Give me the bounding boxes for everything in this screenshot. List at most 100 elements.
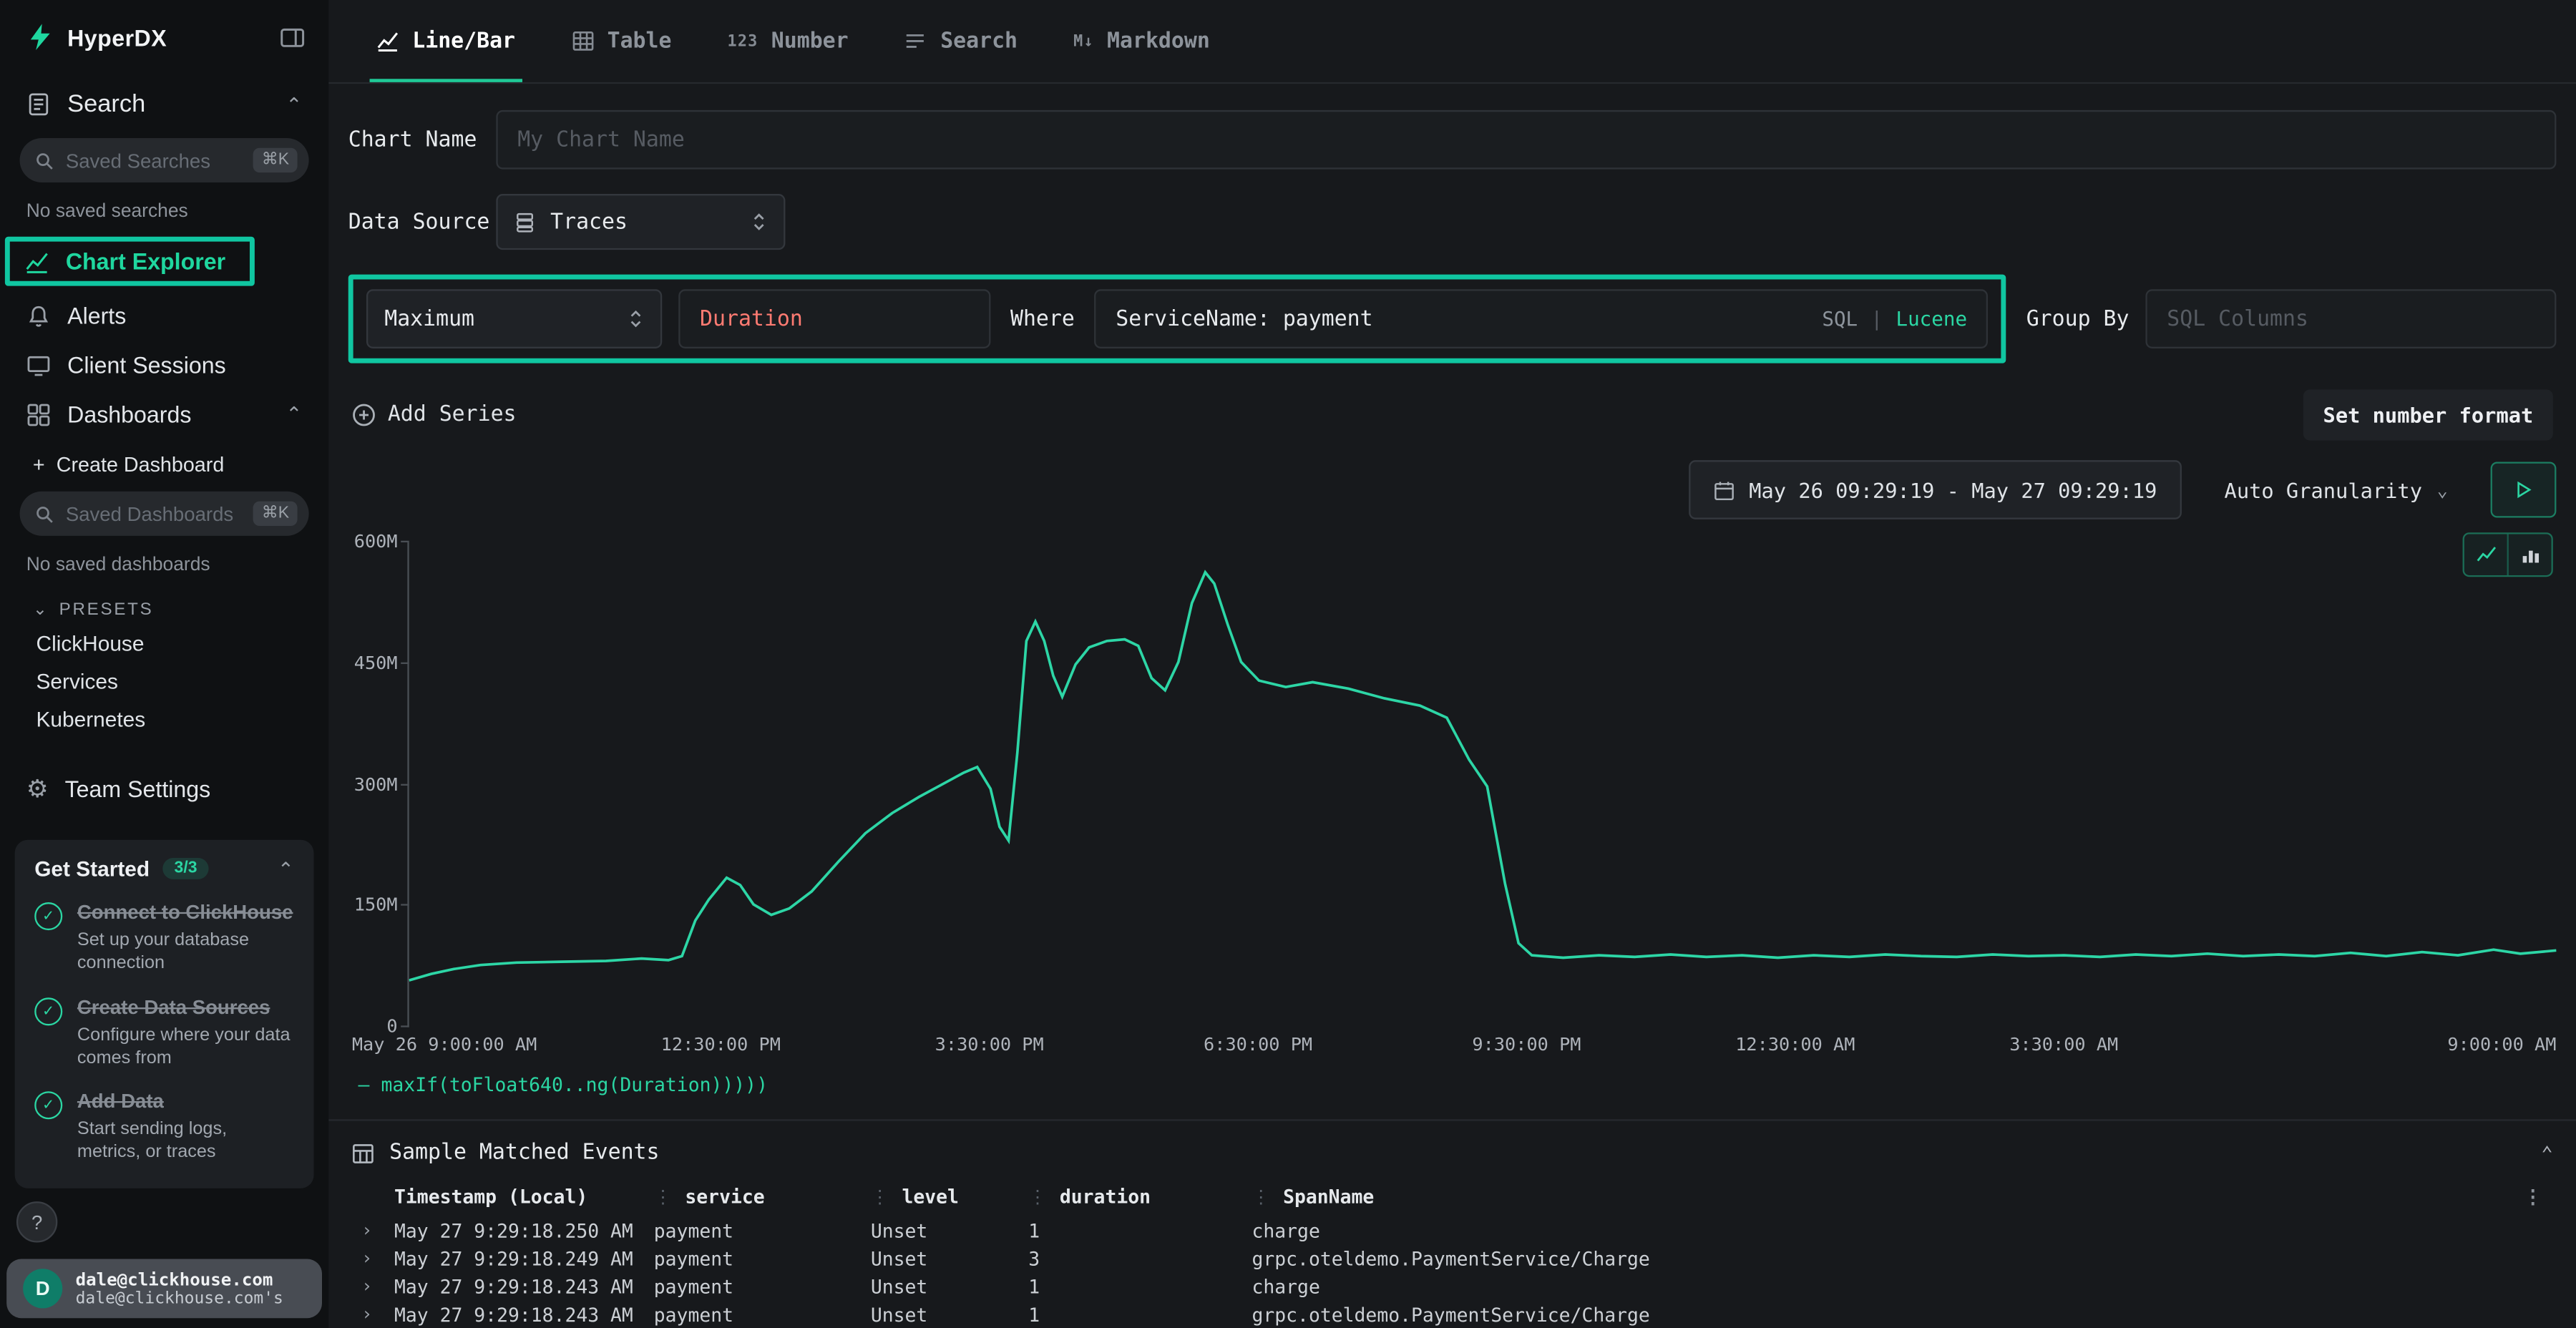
data-source-select[interactable]: Traces — [496, 194, 785, 250]
create-dashboard-button[interactable]: + Create Dashboard — [0, 439, 328, 484]
search-section-label: Search — [67, 90, 145, 118]
column-header-level[interactable]: ⋮level — [871, 1185, 1028, 1208]
help-button[interactable]: ? — [16, 1201, 57, 1242]
bar-chart-toggle[interactable] — [2507, 534, 2552, 575]
create-dashboard-label: Create Dashboard — [57, 454, 225, 477]
kbd-shortcut-badge: ⌘K — [253, 148, 297, 172]
logo-row: HyperDX — [0, 0, 328, 71]
lucene-language-button[interactable]: Lucene — [1896, 308, 1968, 331]
sidebar-item-alerts[interactable]: Alerts — [0, 291, 328, 341]
chevron-up-icon[interactable]: ⌃ — [286, 403, 302, 426]
y-axis-label: 600M — [354, 531, 398, 552]
chevron-down-icon: ⌄ — [2437, 479, 2448, 501]
sidebar-item-dashboards[interactable]: Dashboards ⌃ — [0, 389, 328, 439]
granularity-select[interactable]: Auto Granularity ⌄ — [2211, 462, 2461, 517]
get-started-title: Get Started — [34, 856, 150, 881]
tab-number[interactable]: 123 Number — [721, 0, 854, 82]
search-section-header[interactable]: Search ⌃ — [0, 71, 328, 132]
bar-chart-icon — [2519, 544, 2541, 565]
field-input[interactable] — [678, 289, 990, 348]
run-query-button[interactable] — [2491, 462, 2557, 517]
chart-display-toggle — [2463, 532, 2553, 577]
presets-section-header[interactable]: ⌄ PRESETS — [0, 585, 328, 625]
preset-item-clickhouse[interactable]: ClickHouse — [0, 625, 328, 663]
date-range-picker[interactable]: May 26 09:29:19 - May 27 09:29:19 — [1688, 460, 2182, 519]
get-started-header[interactable]: Get Started 3/3 ⌃ — [34, 856, 294, 881]
chart-area: 0150M300M450M600M — [348, 542, 2557, 1027]
tab-markdown[interactable]: M↓ Markdown — [1067, 0, 1216, 82]
bell-icon — [26, 303, 51, 328]
monitor-icon — [26, 353, 51, 377]
chevron-up-icon[interactable]: ⌃ — [278, 857, 294, 880]
number-123-icon: 123 — [728, 32, 758, 50]
group-by-input[interactable] — [2145, 289, 2556, 348]
aggregation-value: Maximum — [384, 306, 474, 331]
tab-table[interactable]: Table — [565, 0, 678, 82]
column-header-spanname[interactable]: ⋮SpanName — [1252, 1185, 2523, 1208]
table-icon — [351, 1141, 374, 1164]
get-started-item-sources[interactable]: ✓ Create Data Sources Configure where yo… — [34, 995, 294, 1070]
sql-language-button[interactable]: SQL — [1822, 308, 1858, 331]
magnifier-icon — [34, 504, 54, 524]
expand-row-icon[interactable]: › — [351, 1304, 394, 1325]
tab-line-bar[interactable]: Line/Bar — [370, 0, 522, 82]
legend-dash-icon: — — [358, 1073, 370, 1096]
y-axis: 0150M300M450M600M — [348, 542, 408, 1027]
saved-searches-input[interactable]: Saved Searches ⌘K — [20, 138, 309, 182]
table-row[interactable]: ›May 27 9:29:18.249 AMpaymentUnset3grpc.… — [351, 1244, 2553, 1272]
tab-search[interactable]: Search — [897, 0, 1024, 82]
table-cell: Unset — [871, 1246, 1028, 1269]
table-row[interactable]: ›May 27 9:29:18.243 AMpaymentUnset1grpc.… — [351, 1300, 2553, 1328]
plus-icon: + — [33, 454, 45, 477]
preset-item-services[interactable]: Services — [0, 663, 328, 700]
add-series-button[interactable]: Add Series — [351, 403, 516, 427]
table-cell: payment — [654, 1274, 871, 1297]
chevron-up-icon[interactable]: ⌃ — [286, 93, 302, 116]
get-started-item-connect[interactable]: ✓ Connect to ClickHouse Set up your data… — [34, 901, 294, 976]
tab-label: Line/Bar — [412, 29, 515, 53]
line-chart-toggle[interactable] — [2464, 534, 2507, 575]
column-separator-icon: ⋮ — [1252, 1186, 1269, 1207]
saved-dashboards-input[interactable]: Saved Dashboards ⌘K — [20, 492, 309, 536]
x-axis-label: 3:30:00 PM — [935, 1034, 1044, 1055]
x-axis: May 26 9:00:00 AM12:30:00 PM3:30:00 PM6:… — [407, 1034, 2556, 1063]
expand-row-icon[interactable]: › — [351, 1275, 394, 1297]
y-axis-tick — [401, 662, 409, 663]
events-table-body: ›May 27 9:29:18.250 AMpaymentUnset1charg… — [351, 1216, 2553, 1328]
no-saved-searches-text: No saved searches — [0, 189, 328, 232]
column-separator-icon: ⋮ — [871, 1186, 889, 1207]
expand-row-icon[interactable]: › — [351, 1219, 394, 1241]
group-by-label: Group By — [2026, 306, 2129, 331]
table-cell: 1 — [1028, 1274, 1252, 1297]
get-started-item-title: Add Data — [77, 1090, 294, 1114]
where-input[interactable]: ServiceName: payment SQL | Lucene — [1094, 289, 1989, 348]
table-cell: grpc.oteldemo.PaymentService/Charge — [1252, 1246, 2523, 1269]
sidebar-item-chart-explorer[interactable]: Chart Explorer — [10, 242, 250, 281]
table-row[interactable]: ›May 27 9:29:18.250 AMpaymentUnset1charg… — [351, 1216, 2553, 1244]
chart-name-input[interactable] — [496, 110, 2556, 170]
annotation-box-series: Maximum Where ServiceName: payment SQL |… — [348, 275, 2006, 363]
user-account-bar[interactable]: D dale@clickhouse.com dale@clickhouse.co… — [6, 1259, 322, 1319]
sidebar: HyperDX Search ⌃ Saved Searches ⌘K No sa… — [0, 0, 328, 1328]
set-number-format-button[interactable]: Set number format — [2303, 389, 2553, 440]
column-header-timestamp[interactable]: Timestamp (Local) — [394, 1185, 654, 1208]
column-header-service[interactable]: ⋮service — [654, 1185, 871, 1208]
sidebar-item-team-settings[interactable]: ⚙ Team Settings — [0, 764, 328, 814]
y-axis-label: 450M — [354, 652, 398, 673]
line-chart-icon — [2475, 544, 2497, 565]
collapse-sidebar-icon[interactable] — [279, 24, 306, 50]
sidebar-item-client-sessions[interactable]: Client Sessions — [0, 340, 328, 389]
table-row[interactable]: ›May 27 9:29:18.243 AMpaymentUnset1charg… — [351, 1272, 2553, 1300]
expand-row-icon[interactable]: › — [351, 1247, 394, 1269]
chart-legend[interactable]: — maxIf(toFloat640..ng(Duration))))) — [358, 1073, 2557, 1096]
chart-plot[interactable] — [407, 542, 2556, 1027]
chevron-up-down-icon — [751, 212, 767, 232]
search-list-icon — [904, 29, 927, 52]
y-axis-tick — [401, 541, 409, 542]
collapse-panel-icon[interactable]: ⌃ — [2541, 1141, 2553, 1164]
preset-item-kubernetes[interactable]: Kubernetes — [0, 700, 328, 738]
column-header-duration[interactable]: ⋮duration — [1028, 1185, 1252, 1208]
table-overflow-menu-icon[interactable]: ⋮ — [2524, 1185, 2553, 1208]
get-started-item-add-data[interactable]: ✓ Add Data Start sending logs, metrics, … — [34, 1090, 294, 1165]
aggregation-select[interactable]: Maximum — [366, 289, 662, 348]
